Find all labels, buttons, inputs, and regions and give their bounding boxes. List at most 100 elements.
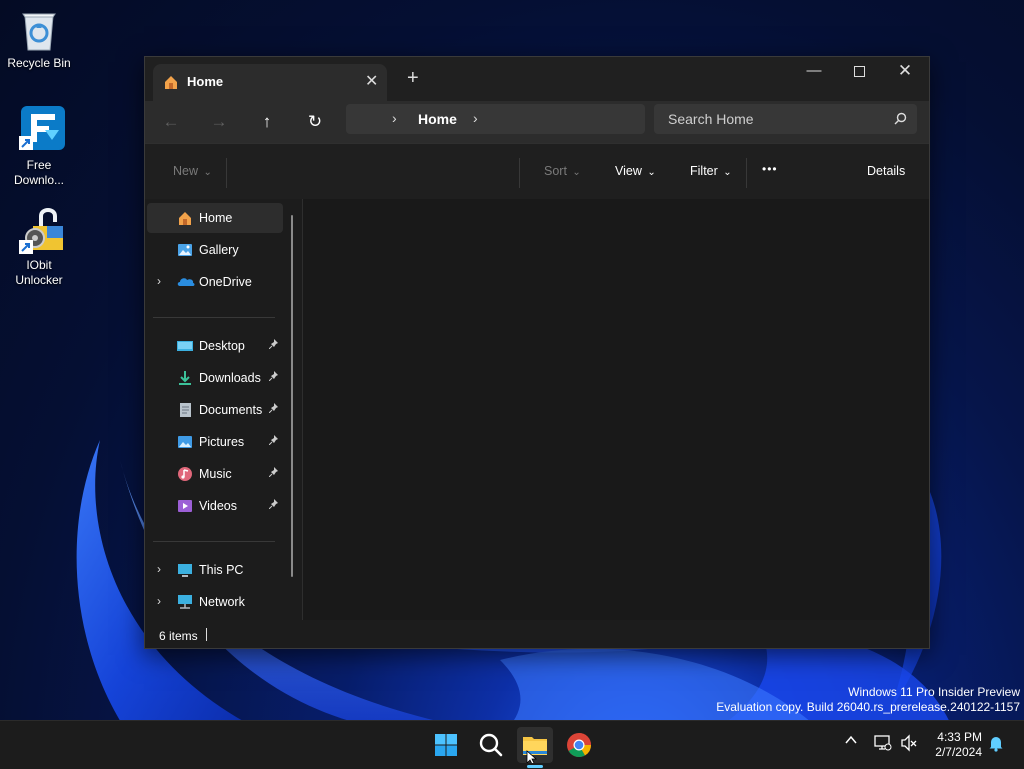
sidebar-item-videos[interactable]: Videos	[147, 491, 283, 521]
network-icon	[177, 594, 193, 610]
navigation-pane: Home Gallery › OneDrive Desktop Download…	[145, 199, 303, 620]
recycle-bin-icon	[19, 8, 59, 52]
sidebar-item-label: Desktop	[199, 339, 245, 353]
volume-button[interactable]	[900, 734, 918, 755]
chevron-down-icon: ⌄	[647, 167, 656, 178]
see-more-button[interactable]: •••	[762, 162, 778, 176]
chevron-up-icon	[845, 735, 857, 744]
this-pc-icon	[177, 562, 193, 578]
taskbar-file-explorer[interactable]	[517, 727, 553, 765]
minimize-button[interactable]: —	[791, 57, 837, 87]
new-tab-button[interactable]: +	[407, 67, 419, 90]
videos-icon	[177, 498, 193, 514]
sidebar-item-network[interactable]: › Network	[147, 587, 283, 617]
desktop-icon-label: IObit Unlocker	[15, 258, 63, 287]
sidebar-item-music[interactable]: Music	[147, 459, 283, 489]
network-status-button[interactable]	[873, 734, 893, 755]
details-button[interactable]: Details	[867, 164, 905, 178]
home-icon	[177, 210, 193, 226]
music-icon	[177, 466, 193, 482]
sidebar-divider	[153, 317, 275, 318]
file-list-area[interactable]	[303, 199, 929, 620]
refresh-button[interactable]: ↻	[301, 109, 329, 135]
sidebar-item-label: Network	[199, 595, 245, 609]
notifications-button[interactable]	[988, 734, 1004, 755]
navigation-bar: ← → ↑ ↻ › Home › Search Home	[145, 101, 929, 143]
item-count: 6 items	[159, 629, 198, 643]
chevron-down-icon: ⌄	[203, 167, 212, 178]
sidebar-item-label: Videos	[199, 499, 237, 513]
show-hidden-icons-button[interactable]	[845, 734, 857, 749]
gallery-icon	[177, 242, 193, 258]
sidebar-item-desktop[interactable]: Desktop	[147, 331, 283, 361]
desktop-icon-label: Free Downlo...	[13, 158, 65, 187]
search-placeholder: Search Home	[668, 111, 754, 127]
new-label: New	[173, 164, 199, 178]
sidebar-item-gallery[interactable]: Gallery	[147, 235, 283, 265]
file-explorer-window: Home ✕ + — ✕ ← → ↑ ↻ › Home › Search Hom…	[144, 56, 930, 649]
forward-button[interactable]: →	[205, 109, 233, 135]
chrome-icon	[567, 733, 591, 758]
chevron-down-icon: ⌄	[572, 167, 581, 178]
file-explorer-icon	[523, 737, 547, 765]
search-box[interactable]: Search Home	[654, 104, 917, 134]
sidebar-item-downloads[interactable]: Downloads	[147, 363, 283, 393]
desktop-icon-iobit-unlocker[interactable]: IObit Unlocker	[4, 204, 74, 288]
pin-icon	[268, 499, 279, 512]
sidebar-item-documents[interactable]: Documents	[147, 395, 283, 425]
taskbar-search-button[interactable]	[473, 727, 509, 763]
sidebar-item-pictures[interactable]: Pictures	[147, 427, 283, 457]
sidebar-item-this-pc[interactable]: › This PC	[147, 555, 283, 585]
up-button[interactable]: ↑	[253, 109, 281, 135]
sidebar-item-onedrive[interactable]: › OneDrive	[147, 267, 283, 297]
tab-title: Home	[187, 74, 224, 89]
back-button[interactable]: ←	[157, 109, 185, 135]
close-window-button[interactable]: ✕	[882, 57, 928, 87]
sidebar-item-label: Documents	[199, 403, 263, 417]
sidebar-item-label: OneDrive	[199, 275, 252, 289]
start-button[interactable]	[428, 727, 464, 763]
documents-icon	[177, 402, 193, 418]
view-button[interactable]: View ⌄	[615, 164, 656, 178]
breadcrumb-chevron-icon[interactable]: ›	[392, 110, 397, 126]
desktop-folder-icon	[177, 338, 193, 354]
expand-chevron-icon[interactable]: ›	[157, 594, 161, 608]
address-bar[interactable]: › Home ›	[346, 104, 645, 134]
sidebar-divider	[153, 541, 275, 542]
onedrive-icon	[177, 274, 195, 290]
filter-label: Filter	[690, 164, 718, 178]
new-button[interactable]: New ⌄	[173, 164, 212, 178]
bell-icon	[989, 737, 1003, 752]
free-download-manager-icon	[19, 104, 65, 154]
title-bar: Home ✕ + — ✕	[145, 57, 929, 101]
filter-button[interactable]: Filter ⌄	[690, 164, 732, 178]
iobit-unlocker-icon	[19, 204, 63, 254]
desktop-icon-recycle-bin[interactable]: Recycle Bin	[4, 8, 74, 71]
sidebar-item-home[interactable]: Home	[147, 203, 283, 233]
start-icon	[435, 734, 457, 756]
pin-icon	[268, 467, 279, 480]
evaluation-watermark: Windows 11 Pro Insider Preview Evaluatio…	[716, 685, 1020, 715]
clock-button[interactable]: 4:33 PM 2/7/2024	[928, 730, 982, 760]
sort-button[interactable]: Sort ⌄	[544, 164, 581, 178]
expand-chevron-icon[interactable]: ›	[157, 274, 161, 288]
sidebar-scrollbar[interactable]	[291, 215, 293, 577]
clock-date: 2/7/2024	[935, 745, 982, 759]
tab-home[interactable]: Home ✕	[153, 64, 387, 101]
pin-icon	[268, 403, 279, 416]
tab-close-button[interactable]: ✕	[365, 71, 378, 91]
taskbar-chrome[interactable]	[561, 727, 597, 763]
maximize-button[interactable]	[836, 57, 882, 87]
breadcrumb-home[interactable]: Home	[418, 111, 457, 127]
pin-icon	[268, 371, 279, 384]
pin-icon	[268, 435, 279, 448]
command-bar: New ⌄ Sort ⌄ View ⌄ Filter ⌄ ••• Details	[145, 143, 929, 200]
desktop-icon-free-download[interactable]: Free Downlo...	[4, 104, 74, 188]
status-bar: 6 items	[145, 620, 929, 648]
breadcrumb-chevron-icon[interactable]: ›	[473, 110, 478, 126]
sidebar-item-label: Downloads	[199, 371, 261, 385]
view-label: View	[615, 164, 642, 178]
desktop-icon-label: Recycle Bin	[7, 56, 71, 70]
expand-chevron-icon[interactable]: ›	[157, 562, 161, 576]
status-separator	[206, 628, 207, 641]
